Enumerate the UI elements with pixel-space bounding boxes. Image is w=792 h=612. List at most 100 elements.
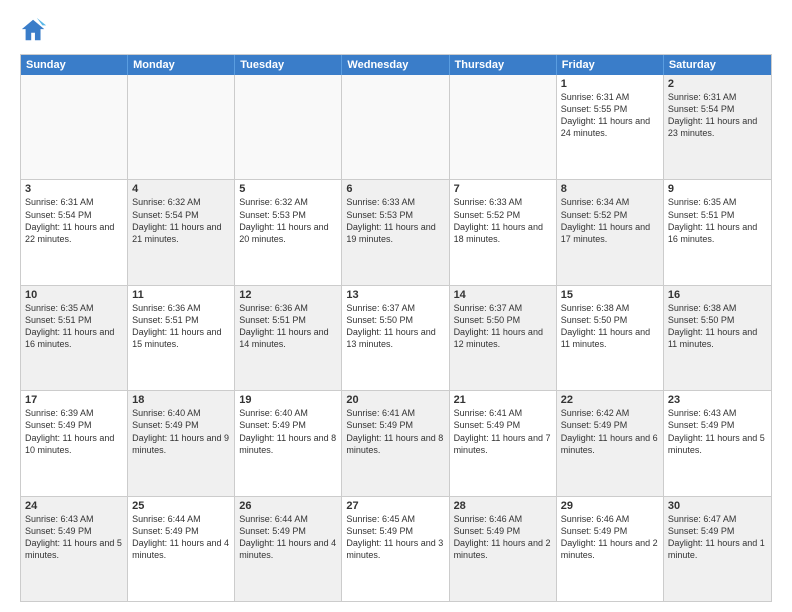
header-day-tuesday: Tuesday xyxy=(235,55,342,75)
header-day-friday: Friday xyxy=(557,55,664,75)
cell-info: Sunrise: 6:46 AM Sunset: 5:49 PM Dayligh… xyxy=(454,513,552,562)
cal-cell-3: 3Sunrise: 6:31 AM Sunset: 5:54 PM Daylig… xyxy=(21,180,128,284)
cell-info: Sunrise: 6:41 AM Sunset: 5:49 PM Dayligh… xyxy=(454,407,552,456)
day-number: 27 xyxy=(346,500,444,512)
cal-cell-17: 17Sunrise: 6:39 AM Sunset: 5:49 PM Dayli… xyxy=(21,391,128,495)
cal-cell-16: 16Sunrise: 6:38 AM Sunset: 5:50 PM Dayli… xyxy=(664,286,771,390)
cal-cell-19: 19Sunrise: 6:40 AM Sunset: 5:49 PM Dayli… xyxy=(235,391,342,495)
cell-info: Sunrise: 6:37 AM Sunset: 5:50 PM Dayligh… xyxy=(454,302,552,351)
day-number: 1 xyxy=(561,78,659,90)
day-number: 19 xyxy=(239,394,337,406)
day-number: 21 xyxy=(454,394,552,406)
cal-cell-empty-0-0 xyxy=(21,75,128,179)
cal-cell-22: 22Sunrise: 6:42 AM Sunset: 5:49 PM Dayli… xyxy=(557,391,664,495)
header-day-thursday: Thursday xyxy=(450,55,557,75)
day-number: 4 xyxy=(132,183,230,195)
calendar: SundayMondayTuesdayWednesdayThursdayFrid… xyxy=(20,54,772,602)
cal-cell-20: 20Sunrise: 6:41 AM Sunset: 5:49 PM Dayli… xyxy=(342,391,449,495)
header-day-sunday: Sunday xyxy=(21,55,128,75)
cal-cell-5: 5Sunrise: 6:32 AM Sunset: 5:53 PM Daylig… xyxy=(235,180,342,284)
cal-cell-1: 1Sunrise: 6:31 AM Sunset: 5:55 PM Daylig… xyxy=(557,75,664,179)
cell-info: Sunrise: 6:47 AM Sunset: 5:49 PM Dayligh… xyxy=(668,513,767,562)
cal-cell-empty-0-1 xyxy=(128,75,235,179)
day-number: 8 xyxy=(561,183,659,195)
day-number: 7 xyxy=(454,183,552,195)
day-number: 5 xyxy=(239,183,337,195)
day-number: 15 xyxy=(561,289,659,301)
cal-cell-empty-0-2 xyxy=(235,75,342,179)
cal-cell-4: 4Sunrise: 6:32 AM Sunset: 5:54 PM Daylig… xyxy=(128,180,235,284)
day-number: 11 xyxy=(132,289,230,301)
cell-info: Sunrise: 6:40 AM Sunset: 5:49 PM Dayligh… xyxy=(239,407,337,456)
cal-cell-11: 11Sunrise: 6:36 AM Sunset: 5:51 PM Dayli… xyxy=(128,286,235,390)
week-row-1: 3Sunrise: 6:31 AM Sunset: 5:54 PM Daylig… xyxy=(21,179,771,284)
cell-info: Sunrise: 6:31 AM Sunset: 5:54 PM Dayligh… xyxy=(25,196,123,245)
day-number: 9 xyxy=(668,183,767,195)
cal-cell-9: 9Sunrise: 6:35 AM Sunset: 5:51 PM Daylig… xyxy=(664,180,771,284)
cell-info: Sunrise: 6:31 AM Sunset: 5:54 PM Dayligh… xyxy=(668,91,767,140)
cell-info: Sunrise: 6:44 AM Sunset: 5:49 PM Dayligh… xyxy=(132,513,230,562)
header-day-monday: Monday xyxy=(128,55,235,75)
week-row-3: 17Sunrise: 6:39 AM Sunset: 5:49 PM Dayli… xyxy=(21,390,771,495)
header-day-wednesday: Wednesday xyxy=(342,55,449,75)
cal-cell-23: 23Sunrise: 6:43 AM Sunset: 5:49 PM Dayli… xyxy=(664,391,771,495)
calendar-header: SundayMondayTuesdayWednesdayThursdayFrid… xyxy=(21,55,771,75)
day-number: 25 xyxy=(132,500,230,512)
cal-cell-10: 10Sunrise: 6:35 AM Sunset: 5:51 PM Dayli… xyxy=(21,286,128,390)
cal-cell-25: 25Sunrise: 6:44 AM Sunset: 5:49 PM Dayli… xyxy=(128,497,235,601)
day-number: 2 xyxy=(668,78,767,90)
day-number: 14 xyxy=(454,289,552,301)
cell-info: Sunrise: 6:32 AM Sunset: 5:54 PM Dayligh… xyxy=(132,196,230,245)
cell-info: Sunrise: 6:43 AM Sunset: 5:49 PM Dayligh… xyxy=(25,513,123,562)
day-number: 29 xyxy=(561,500,659,512)
week-row-0: 1Sunrise: 6:31 AM Sunset: 5:55 PM Daylig… xyxy=(21,75,771,179)
cal-cell-13: 13Sunrise: 6:37 AM Sunset: 5:50 PM Dayli… xyxy=(342,286,449,390)
day-number: 6 xyxy=(346,183,444,195)
day-number: 24 xyxy=(25,500,123,512)
cal-cell-26: 26Sunrise: 6:44 AM Sunset: 5:49 PM Dayli… xyxy=(235,497,342,601)
cal-cell-empty-0-3 xyxy=(342,75,449,179)
cell-info: Sunrise: 6:33 AM Sunset: 5:52 PM Dayligh… xyxy=(454,196,552,245)
cell-info: Sunrise: 6:38 AM Sunset: 5:50 PM Dayligh… xyxy=(668,302,767,351)
cell-info: Sunrise: 6:37 AM Sunset: 5:50 PM Dayligh… xyxy=(346,302,444,351)
cell-info: Sunrise: 6:43 AM Sunset: 5:49 PM Dayligh… xyxy=(668,407,767,456)
cell-info: Sunrise: 6:36 AM Sunset: 5:51 PM Dayligh… xyxy=(132,302,230,351)
cal-cell-21: 21Sunrise: 6:41 AM Sunset: 5:49 PM Dayli… xyxy=(450,391,557,495)
cell-info: Sunrise: 6:42 AM Sunset: 5:49 PM Dayligh… xyxy=(561,407,659,456)
cal-cell-14: 14Sunrise: 6:37 AM Sunset: 5:50 PM Dayli… xyxy=(450,286,557,390)
header xyxy=(20,16,772,44)
day-number: 22 xyxy=(561,394,659,406)
day-number: 16 xyxy=(668,289,767,301)
cal-cell-15: 15Sunrise: 6:38 AM Sunset: 5:50 PM Dayli… xyxy=(557,286,664,390)
calendar-body: 1Sunrise: 6:31 AM Sunset: 5:55 PM Daylig… xyxy=(21,75,771,601)
logo-icon xyxy=(20,16,48,44)
cal-cell-12: 12Sunrise: 6:36 AM Sunset: 5:51 PM Dayli… xyxy=(235,286,342,390)
week-row-4: 24Sunrise: 6:43 AM Sunset: 5:49 PM Dayli… xyxy=(21,496,771,601)
cal-cell-29: 29Sunrise: 6:46 AM Sunset: 5:49 PM Dayli… xyxy=(557,497,664,601)
cal-cell-8: 8Sunrise: 6:34 AM Sunset: 5:52 PM Daylig… xyxy=(557,180,664,284)
day-number: 17 xyxy=(25,394,123,406)
cell-info: Sunrise: 6:33 AM Sunset: 5:53 PM Dayligh… xyxy=(346,196,444,245)
cell-info: Sunrise: 6:41 AM Sunset: 5:49 PM Dayligh… xyxy=(346,407,444,456)
cell-info: Sunrise: 6:34 AM Sunset: 5:52 PM Dayligh… xyxy=(561,196,659,245)
cal-cell-18: 18Sunrise: 6:40 AM Sunset: 5:49 PM Dayli… xyxy=(128,391,235,495)
cell-info: Sunrise: 6:46 AM Sunset: 5:49 PM Dayligh… xyxy=(561,513,659,562)
cal-cell-2: 2Sunrise: 6:31 AM Sunset: 5:54 PM Daylig… xyxy=(664,75,771,179)
cal-cell-24: 24Sunrise: 6:43 AM Sunset: 5:49 PM Dayli… xyxy=(21,497,128,601)
cell-info: Sunrise: 6:45 AM Sunset: 5:49 PM Dayligh… xyxy=(346,513,444,562)
day-number: 26 xyxy=(239,500,337,512)
cal-cell-empty-0-4 xyxy=(450,75,557,179)
day-number: 3 xyxy=(25,183,123,195)
cell-info: Sunrise: 6:31 AM Sunset: 5:55 PM Dayligh… xyxy=(561,91,659,140)
cell-info: Sunrise: 6:39 AM Sunset: 5:49 PM Dayligh… xyxy=(25,407,123,456)
cal-cell-27: 27Sunrise: 6:45 AM Sunset: 5:49 PM Dayli… xyxy=(342,497,449,601)
cell-info: Sunrise: 6:35 AM Sunset: 5:51 PM Dayligh… xyxy=(668,196,767,245)
day-number: 13 xyxy=(346,289,444,301)
cell-info: Sunrise: 6:35 AM Sunset: 5:51 PM Dayligh… xyxy=(25,302,123,351)
day-number: 10 xyxy=(25,289,123,301)
header-day-saturday: Saturday xyxy=(664,55,771,75)
cal-cell-28: 28Sunrise: 6:46 AM Sunset: 5:49 PM Dayli… xyxy=(450,497,557,601)
cell-info: Sunrise: 6:40 AM Sunset: 5:49 PM Dayligh… xyxy=(132,407,230,456)
day-number: 28 xyxy=(454,500,552,512)
cal-cell-6: 6Sunrise: 6:33 AM Sunset: 5:53 PM Daylig… xyxy=(342,180,449,284)
